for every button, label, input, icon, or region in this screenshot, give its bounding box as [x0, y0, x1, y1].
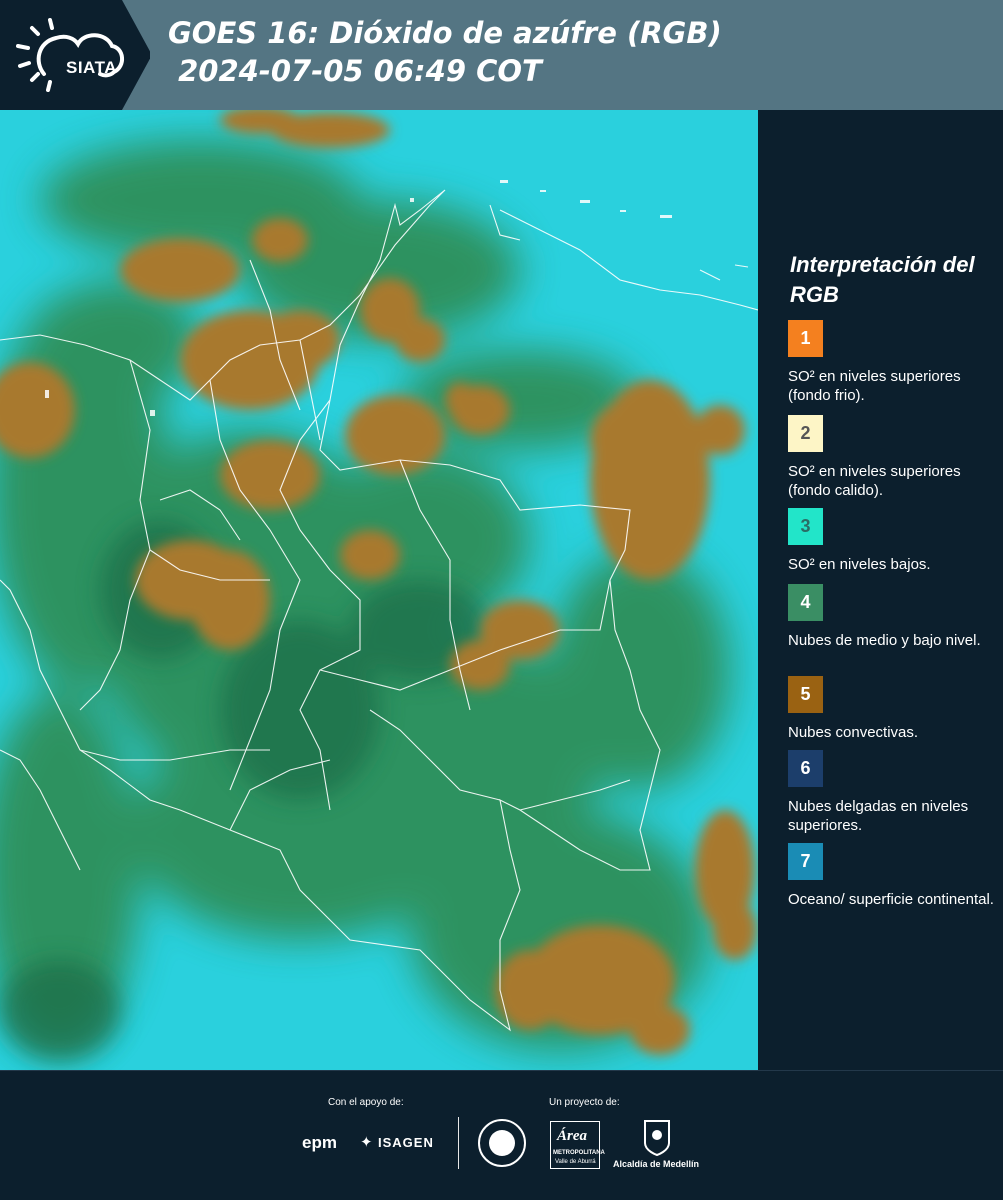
siata-logo: SIATA: [14, 14, 129, 96]
footer-divider: [458, 1117, 459, 1169]
header-bar: SIATA GOES 16: Dióxido de azúfre (RGB) 2…: [0, 0, 1003, 110]
legend-title: Interpretación del RGB: [790, 252, 975, 307]
legend-number-6: 6: [800, 758, 811, 778]
area-logo-subtitle: METROPOLITANA: [553, 1150, 605, 1156]
legend-label-1: SO² en niveles superiores (fondo frio).: [788, 368, 961, 404]
legend-swatch-4: 4: [788, 584, 823, 621]
legend-number-4: 4: [800, 592, 811, 612]
footer-sponsors: Con el apoyo de: Un proyecto de: epm ✦ I…: [0, 1070, 1003, 1200]
legend-number-3: 3: [800, 516, 811, 536]
legend-swatch-2: 2: [788, 415, 823, 452]
legend-label-4: Nubes de medio y bajo nivel.: [788, 632, 981, 649]
title-product: GOES 16: Dióxido de azúfre (RGB): [168, 16, 722, 50]
legend-number-7: 7: [800, 851, 811, 871]
page-title: GOES 16: Dióxido de azúfre (RGB) 2024-07…: [168, 14, 722, 90]
legend-label-2: SO² en niveles superiores (fondo calido)…: [788, 463, 961, 499]
isagen-icon: ✦: [360, 1134, 373, 1151]
epm-logo-text: epm: [302, 1133, 337, 1152]
legend-panel: Interpretación del RGB 1 SO² en niveles …: [762, 110, 1003, 1070]
satellite-image: [0, 110, 758, 1070]
area-metropolitana-logo: Área METROPOLITANA Valle de Aburrá: [550, 1121, 605, 1169]
legend-label-7: Oceano/ superficie continental.: [788, 891, 994, 908]
isagen-logo-text: ISAGEN: [378, 1135, 434, 1150]
satellite-map: [0, 110, 758, 1070]
title-timestamp: 2024-07-05 06:49 COT: [168, 54, 542, 88]
siata-logo-text: SIATA: [66, 58, 117, 77]
legend-number-5: 5: [800, 684, 811, 704]
legend-swatch-3: 3: [788, 508, 823, 545]
sun-icon: [16, 18, 124, 92]
legend-item-2: 2 SO² en niveles superiores (fondo calid…: [788, 415, 998, 500]
alcaldia-logo-text: Alcaldía de Medellín: [613, 1159, 700, 1169]
legend-swatch-5: 5: [788, 676, 823, 713]
legend-item-6: 6 Nubes delgadas en niveles superiores.: [788, 750, 998, 835]
legend-item-5: 5 Nubes convectivas.: [788, 676, 998, 742]
legend-item-1: 1 SO² en niveles superiores (fondo frio)…: [788, 320, 998, 405]
legend-label-3: SO² en niveles bajos.: [788, 556, 931, 573]
legend-swatch-7: 7: [788, 843, 823, 880]
legend-item-3: 3 SO² en niveles bajos.: [788, 508, 998, 574]
legend-swatch-6: 6: [788, 750, 823, 787]
alcaldia-shield-icon: [644, 1120, 670, 1157]
support-caption: Con el apoyo de:: [328, 1097, 404, 1108]
legend-item-7: 7 Oceano/ superficie continental.: [788, 843, 998, 909]
legend-item-4: 4 Nubes de medio y bajo nivel.: [788, 584, 998, 650]
legend-number-2: 2: [800, 423, 811, 443]
medellin-seal-icon: [478, 1119, 526, 1167]
legend-swatch-1: 1: [788, 320, 823, 357]
project-caption: Un proyecto de:: [549, 1097, 620, 1108]
area-logo-subtitle-2: Valle de Aburrá: [555, 1159, 596, 1165]
legend-label-5: Nubes convectivas.: [788, 724, 919, 741]
legend-label-6: Nubes delgadas en niveles superiores.: [788, 798, 969, 834]
area-logo-text: Área: [557, 1128, 587, 1144]
legend-number-1: 1: [800, 328, 811, 348]
